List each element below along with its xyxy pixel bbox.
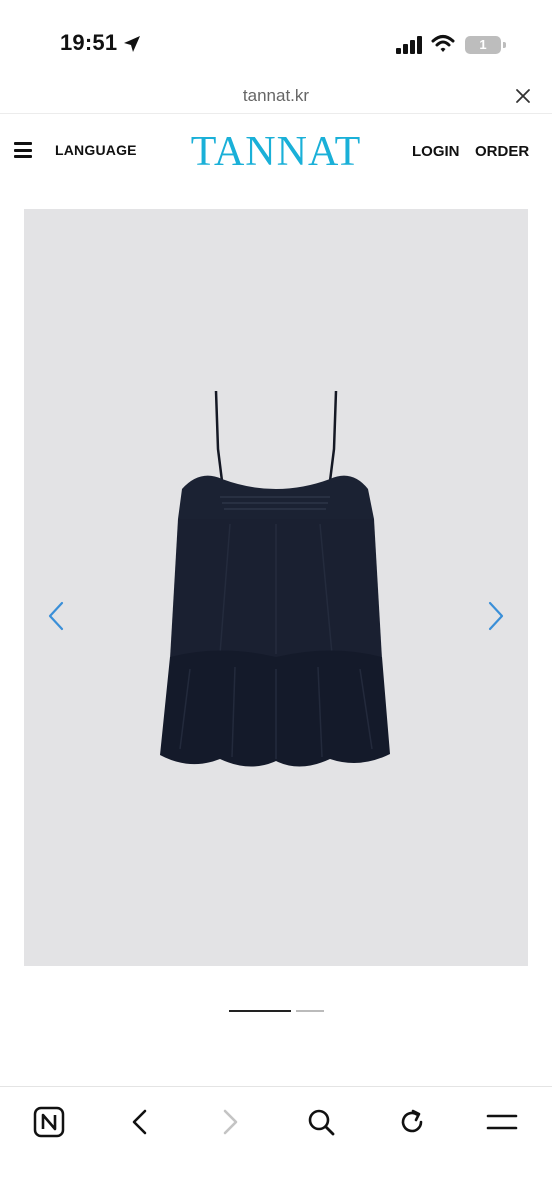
search-icon[interactable] <box>304 1105 338 1139</box>
status-bar: 19:51 1 <box>0 0 552 80</box>
hamburger-menu-icon[interactable] <box>14 142 32 158</box>
language-link[interactable]: LANGUAGE <box>55 142 137 158</box>
signal-icon <box>396 36 422 54</box>
product-image-carousel[interactable] <box>24 209 528 966</box>
wifi-icon <box>431 35 455 52</box>
naver-home-icon[interactable] <box>32 1105 66 1139</box>
site-logo[interactable]: TANNAT <box>186 128 366 176</box>
order-link[interactable]: ORDER <box>475 143 529 160</box>
browser-toolbar <box>0 1086 552 1200</box>
chevron-right-icon[interactable] <box>486 601 506 631</box>
address-bar[interactable]: tannat.kr <box>0 80 552 114</box>
status-time: 19:51 <box>60 30 118 55</box>
location-arrow-icon <box>124 36 140 52</box>
battery-icon: 1 <box>465 36 506 54</box>
site-header: LANGUAGE TANNAT LOGIN ORDER <box>0 114 552 194</box>
close-icon[interactable] <box>514 87 532 105</box>
pagination-indicator[interactable] <box>296 1010 324 1012</box>
forward-icon[interactable] <box>213 1105 247 1139</box>
product-image <box>160 390 390 767</box>
pagination-indicator-active[interactable] <box>229 1010 291 1012</box>
back-icon[interactable] <box>123 1105 157 1139</box>
login-link[interactable]: LOGIN <box>412 143 460 160</box>
url-text[interactable]: tannat.kr <box>0 86 552 106</box>
reload-icon[interactable] <box>395 1105 429 1139</box>
chevron-left-icon[interactable] <box>46 601 66 631</box>
menu-icon[interactable] <box>485 1105 519 1139</box>
